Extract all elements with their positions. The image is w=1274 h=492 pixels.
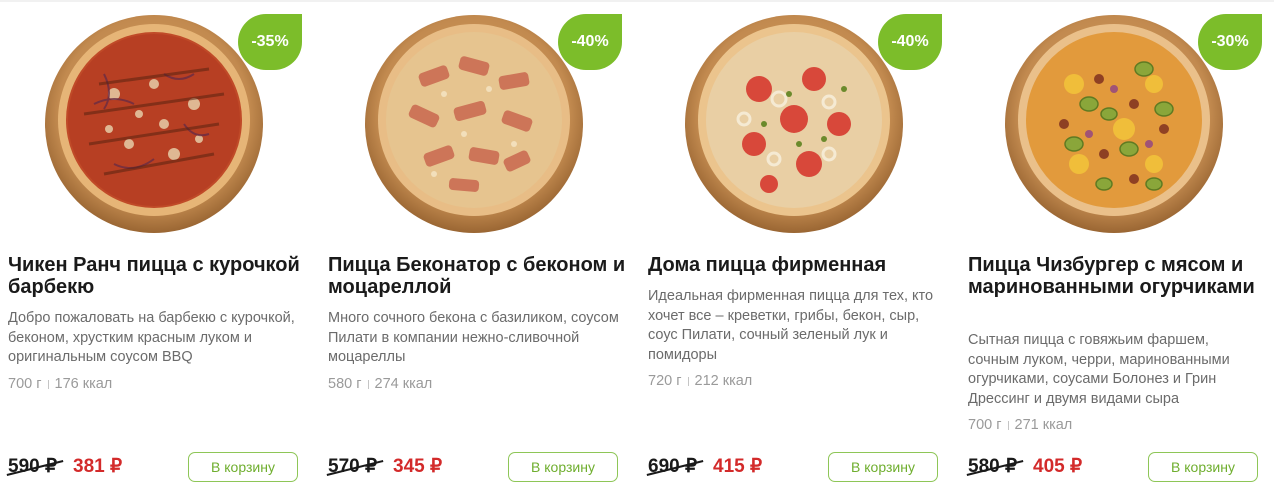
product-image[interactable]: -40% [328, 0, 628, 245]
product-title[interactable]: Чикен Ранч пицца с курочкой барбекю [8, 254, 308, 298]
current-price: 405 ₽ [1033, 456, 1083, 477]
product-weight: 700 г [968, 417, 1002, 433]
add-to-cart-button[interactable]: В корзину [1148, 452, 1258, 482]
pizza-house-special-image [685, 15, 903, 233]
pizza-chicken-ranch-image [45, 15, 263, 233]
meta-separator [47, 379, 49, 389]
discount-badge: -30% [1198, 14, 1262, 70]
product-calories: 271 ккал [1014, 417, 1073, 433]
product-grid: -35% Чикен Ранч пицца с курочкой барбекю… [0, 0, 1274, 492]
discount-badge: -40% [878, 14, 942, 70]
product-weight: 700 г [8, 376, 42, 392]
discount-badge: -40% [558, 14, 622, 70]
current-price: 415 ₽ [713, 456, 763, 477]
current-price: 381 ₽ [73, 456, 123, 477]
product-meta: 700 г 271 ккал [968, 417, 1072, 433]
product-weight: 720 г [648, 373, 682, 389]
product-meta: 700 г 176 ккал [8, 376, 112, 392]
meta-separator [367, 379, 369, 389]
product-title[interactable]: Пицца Чизбургер с мясом и маринованными … [968, 254, 1268, 298]
current-price: 345 ₽ [393, 456, 443, 477]
product-title[interactable]: Дома пицца фирменная [648, 254, 948, 276]
product-calories: 274 ккал [374, 376, 433, 392]
product-description: Идеальная фирменная пицца для тех, кто х… [648, 288, 934, 363]
product-description: Сытная пицца с говяжьим фаршем, сочным л… [968, 332, 1230, 407]
product-description: Много сочного бекона с базиликом, соусом… [328, 310, 619, 365]
product-image[interactable]: -35% [8, 0, 308, 245]
old-price: 690 ₽ [646, 455, 704, 478]
product-calories: 212 ккал [694, 373, 753, 389]
product-image[interactable]: -30% [968, 0, 1268, 245]
product-card: -35% Чикен Ранч пицца с курочкой барбекю… [6, 0, 308, 492]
product-image[interactable]: -40% [648, 0, 948, 245]
meta-separator [687, 376, 689, 386]
product-card: -30% Пицца Чизбургер с мясом и маринован… [966, 0, 1268, 492]
discount-badge: -35% [238, 14, 302, 70]
product-meta: 720 г 212 ккал [648, 373, 752, 389]
pizza-bacon-image [365, 15, 583, 233]
add-to-cart-button[interactable]: В корзину [188, 452, 298, 482]
product-card: -40% Дома пицца фирменная Идеальная фирм… [646, 0, 948, 492]
product-weight: 580 г [328, 376, 362, 392]
old-price: 570 ₽ [326, 455, 384, 478]
add-to-cart-button[interactable]: В корзину [828, 452, 938, 482]
product-description: Добро пожаловать на барбекю с курочкой, … [8, 310, 295, 365]
add-to-cart-button[interactable]: В корзину [508, 452, 618, 482]
product-card: -40% Пицца Беконатор с беконом и моцарел… [326, 0, 628, 492]
pizza-cheeseburger-image [1005, 15, 1223, 233]
product-title[interactable]: Пицца Беконатор с беконом и моцареллой [328, 254, 628, 298]
meta-separator [1007, 420, 1009, 430]
product-meta: 580 г 274 ккал [328, 376, 432, 392]
old-price: 590 ₽ [6, 455, 64, 478]
product-calories: 176 ккал [54, 376, 113, 392]
old-price: 580 ₽ [966, 455, 1024, 478]
